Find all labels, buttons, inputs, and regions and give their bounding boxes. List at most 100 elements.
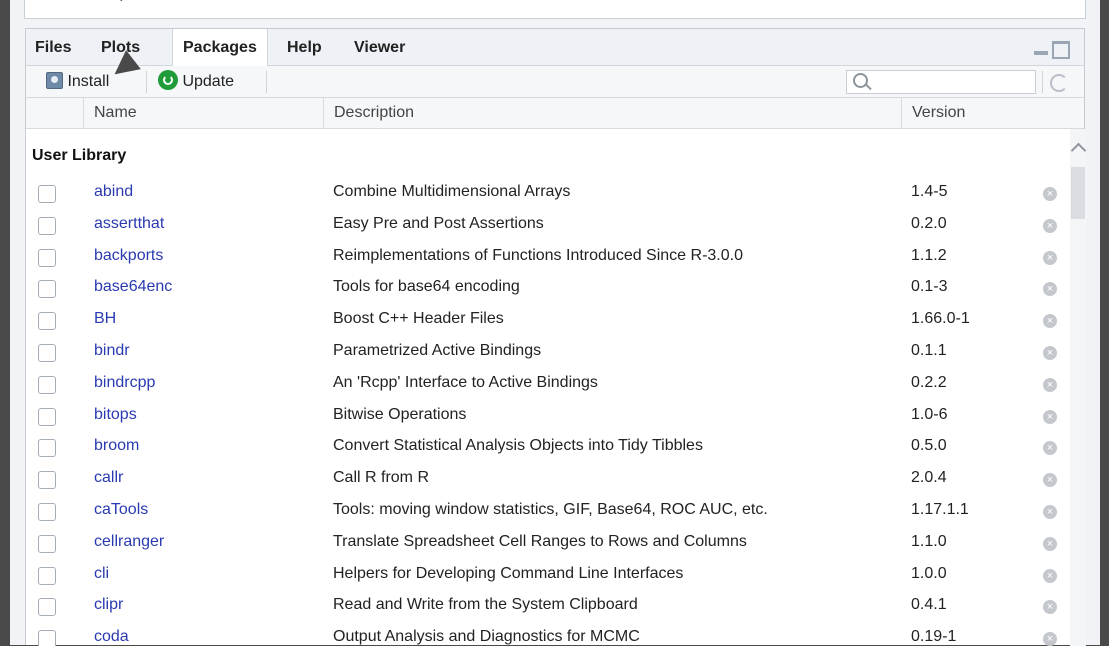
upper-pane-edge: [24, 0, 1086, 19]
package-description: Translate Spreadsheet Cell Ranges to Row…: [333, 532, 747, 550]
table-row[interactable]: assertthat Easy Pre and Post Assertions 0.…: [26, 210, 1069, 241]
toolbar: Install Update: [26, 66, 1084, 98]
package-name-link[interactable]: BH: [94, 310, 116, 328]
packages-pane: Files Plots Packages Help Viewer Install…: [25, 28, 1087, 646]
group-title: User Library: [32, 147, 127, 164]
package-checkbox[interactable]: [38, 471, 56, 490]
table-header: Name Description Version: [26, 98, 1084, 129]
package-name-link[interactable]: caTools: [94, 501, 148, 519]
table-row[interactable]: caTools Tools: moving window statistics, …: [26, 496, 1069, 527]
table-row[interactable]: cli Helpers for Developing Command Line I…: [26, 560, 1069, 591]
remove-package-icon[interactable]: ×: [1043, 632, 1057, 646]
table-row[interactable]: cellranger Translate Spreadsheet Cell Ran…: [26, 528, 1069, 559]
remove-package-icon[interactable]: ×: [1043, 441, 1057, 456]
package-version: 0.4.1: [911, 596, 947, 614]
package-checkbox[interactable]: [38, 534, 56, 553]
package-name-link[interactable]: bindrcpp: [94, 374, 155, 392]
package-description: Easy Pre and Post Assertions: [333, 214, 544, 232]
remove-package-icon[interactable]: ×: [1043, 250, 1057, 265]
tab-packages[interactable]: Packages: [172, 29, 268, 66]
table-row[interactable]: BH Boost C++ Header Files 1.66.0-1 ×: [26, 305, 1069, 336]
package-version: 0.5.0: [911, 437, 947, 455]
table-row[interactable]: base64enc Tools for base64 encoding 0.1-3 ×: [26, 273, 1069, 304]
package-name-link[interactable]: assertthat: [94, 215, 164, 233]
refresh-icon[interactable]: [1050, 74, 1068, 92]
table-row[interactable]: clipr Read and Write from the System Clip…: [26, 591, 1069, 622]
package-version: 0.2.2: [911, 373, 947, 391]
column-description[interactable]: Description: [323, 98, 901, 128]
package-version: 0.1.1: [911, 342, 947, 359]
package-name-link[interactable]: callr: [94, 469, 123, 487]
package-name-link[interactable]: backports: [94, 247, 163, 265]
scroll-up-icon[interactable]: [1070, 142, 1087, 159]
table-row[interactable]: backports Reimplementations of Functions …: [26, 242, 1069, 273]
tab-viewer[interactable]: Viewer: [354, 29, 405, 65]
package-name-link[interactable]: cli: [94, 565, 109, 583]
package-name-link[interactable]: abind: [94, 183, 133, 201]
package-description: Parametrized Active Bindings: [333, 342, 542, 359]
install-button[interactable]: Install: [46, 70, 109, 94]
search-icon: [853, 73, 868, 88]
vertical-scrollbar[interactable]: [1070, 129, 1087, 646]
tab-help[interactable]: Help: [287, 29, 322, 65]
remove-package-icon[interactable]: ×: [1043, 187, 1057, 201]
table-row[interactable]: coda Output Analysis and Diagnostics for …: [26, 623, 1069, 646]
package-checkbox[interactable]: [38, 312, 56, 331]
minimize-icon[interactable]: [1034, 51, 1048, 55]
remove-package-icon[interactable]: ×: [1043, 536, 1057, 551]
remove-package-icon[interactable]: ×: [1043, 314, 1057, 329]
update-icon: [158, 70, 178, 90]
package-name-link[interactable]: cellranger: [94, 533, 164, 551]
package-checkbox[interactable]: [38, 439, 56, 458]
update-button[interactable]: Update: [158, 70, 234, 94]
table-row[interactable]: bindrcpp An 'Rcpp' Interface to Active Bi…: [26, 369, 1069, 400]
package-checkbox[interactable]: [38, 248, 56, 267]
remove-package-icon[interactable]: ×: [1043, 505, 1057, 519]
package-description: Helpers for Developing Command Line Inte…: [333, 564, 684, 582]
table-row[interactable]: broom Convert Statistical Analysis Object…: [26, 432, 1069, 463]
package-version: 1.0-6: [911, 405, 948, 423]
package-checkbox[interactable]: [38, 375, 56, 394]
package-checkbox[interactable]: [38, 566, 56, 585]
package-version: 1.17.1.1: [911, 501, 969, 518]
package-name-link[interactable]: bindr: [94, 342, 130, 360]
remove-package-icon[interactable]: ×: [1043, 346, 1057, 360]
package-name-link[interactable]: bitops: [94, 406, 137, 424]
tab-files[interactable]: Files: [35, 29, 71, 65]
table-row[interactable]: bitops Bitwise Operations 1.0-6 ×: [26, 401, 1069, 432]
package-description: Read and Write from the System Clipboard: [333, 596, 638, 614]
package-name-link[interactable]: base64enc: [94, 278, 172, 296]
remove-package-icon[interactable]: ×: [1043, 568, 1057, 583]
table-row[interactable]: abind Combine Multidimensional Arrays 1.4-…: [26, 178, 1069, 209]
scroll-thumb[interactable]: [1071, 167, 1085, 219]
package-version: 0.2.0: [911, 214, 947, 232]
maximize-icon[interactable]: [1052, 41, 1070, 59]
remove-package-icon[interactable]: ×: [1043, 282, 1057, 297]
package-checkbox[interactable]: [38, 598, 56, 617]
package-checkbox[interactable]: [38, 407, 56, 426]
package-checkbox[interactable]: [38, 280, 56, 299]
package-name-link[interactable]: coda: [94, 628, 129, 646]
package-checkbox[interactable]: [38, 216, 56, 235]
column-name[interactable]: Name: [83, 98, 323, 128]
package-checkbox[interactable]: [38, 344, 56, 362]
table-row[interactable]: bindr Parametrized Active Bindings 0.1.1 ×: [26, 337, 1069, 368]
remove-package-icon[interactable]: ×: [1043, 377, 1057, 392]
package-name-link[interactable]: clipr: [94, 596, 123, 614]
package-version: 2.0.4: [911, 469, 947, 487]
remove-package-icon[interactable]: ×: [1043, 218, 1057, 233]
remove-package-icon[interactable]: ×: [1043, 473, 1057, 488]
tab-bar: Files Plots Packages Help Viewer: [26, 29, 1084, 66]
table-row[interactable]: callr Call R from R 2.0.4 ×: [26, 464, 1069, 495]
package-checkbox[interactable]: [38, 630, 56, 646]
remove-package-icon[interactable]: ×: [1043, 600, 1057, 615]
package-name-link[interactable]: broom: [94, 437, 139, 455]
package-checkbox[interactable]: [38, 185, 56, 203]
remove-package-icon[interactable]: ×: [1043, 409, 1057, 424]
search-input[interactable]: [846, 70, 1036, 94]
package-description: Combine Multidimensional Arrays: [333, 183, 571, 200]
toolbar-separator: [146, 71, 147, 93]
package-version: 0.19-1: [911, 628, 957, 646]
package-checkbox[interactable]: [38, 503, 56, 521]
column-version[interactable]: Version: [901, 98, 1046, 128]
